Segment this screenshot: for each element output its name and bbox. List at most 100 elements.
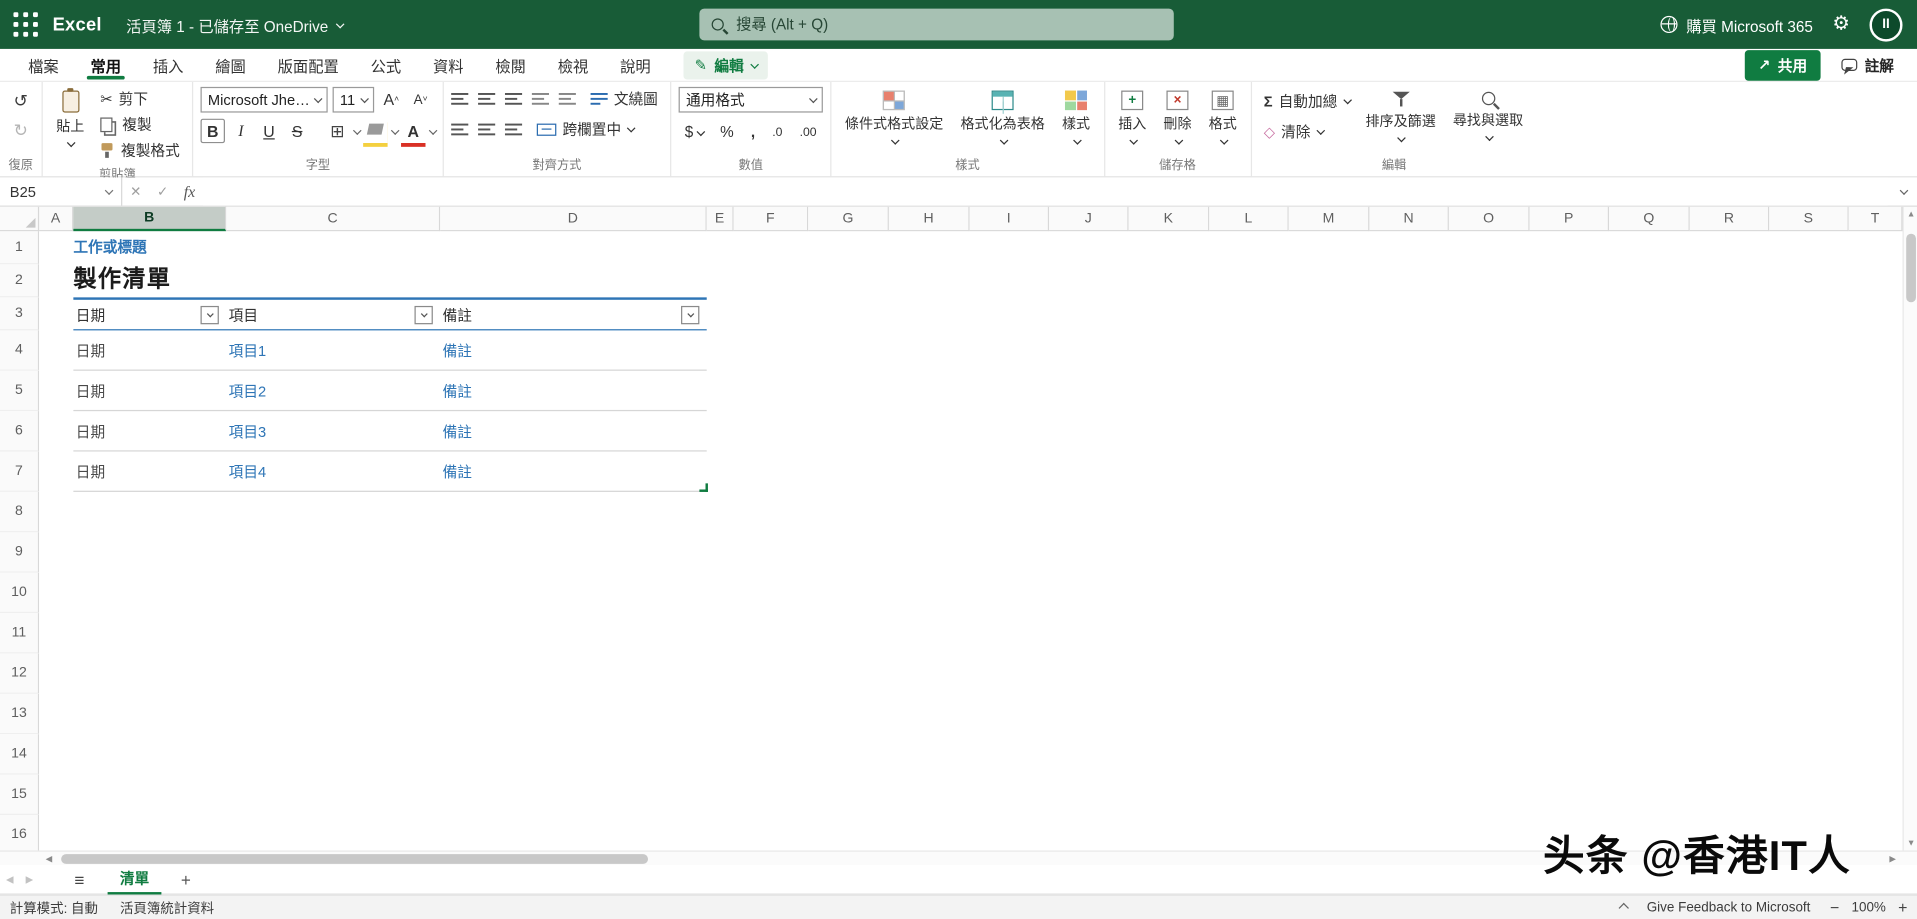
horizontal-scrollbar[interactable]: ◀ ▶ bbox=[0, 850, 1917, 866]
search-box[interactable] bbox=[699, 8, 1174, 41]
add-sheet-button[interactable]: + bbox=[174, 869, 198, 889]
increase-decimal-button[interactable]: .00 bbox=[793, 120, 822, 144]
row-header[interactable]: 11 bbox=[0, 613, 40, 654]
zoom-out-button[interactable]: − bbox=[1830, 898, 1839, 916]
confirm-entry-button[interactable]: ✓ bbox=[149, 177, 176, 205]
workbook-stats-button[interactable]: 活頁簿統計資料 bbox=[120, 898, 214, 918]
ribbon-tab[interactable]: 檢閱 bbox=[479, 49, 541, 81]
ribbon-tab[interactable]: 插入 bbox=[137, 49, 199, 81]
date-cell[interactable]: 日期 bbox=[73, 461, 226, 482]
item-cell[interactable]: 項目1 bbox=[226, 340, 440, 361]
ribbon-tab[interactable]: 資料 bbox=[417, 49, 479, 81]
increase-indent-icon[interactable] bbox=[558, 92, 576, 105]
table-row[interactable]: 日期 項目3 備註 bbox=[73, 411, 707, 452]
column-header[interactable]: H bbox=[888, 206, 970, 232]
comments-button[interactable]: 註解 bbox=[1830, 50, 1905, 81]
percent-format-button[interactable]: % bbox=[714, 120, 740, 144]
undo-button[interactable]: ↺ bbox=[7, 87, 34, 114]
column-header[interactable]: F bbox=[733, 206, 809, 232]
formula-input[interactable] bbox=[202, 177, 1888, 206]
align-right-icon[interactable] bbox=[504, 122, 523, 136]
table-row[interactable]: 日期 項目4 備註 bbox=[73, 452, 707, 492]
column-header[interactable]: B bbox=[73, 206, 227, 232]
row-header[interactable]: 5 bbox=[0, 370, 40, 412]
row-header[interactable]: 10 bbox=[0, 572, 40, 614]
horizontal-scroll-thumb[interactable] bbox=[61, 854, 649, 864]
item-cell[interactable]: 項目2 bbox=[226, 380, 440, 401]
currency-format-button[interactable]: $ bbox=[679, 120, 710, 144]
insert-cells-button[interactable]: + 插入 bbox=[1112, 87, 1152, 152]
vertical-scrollbar[interactable]: ▲ ▼ bbox=[1902, 206, 1917, 851]
clear-button[interactable]: ◇ 清除 bbox=[1259, 120, 1355, 143]
scroll-up-arrow[interactable]: ▲ bbox=[1904, 207, 1917, 222]
cell-b2-heading[interactable]: 製作清單 bbox=[73, 262, 171, 297]
borders-button[interactable]: ⊞ bbox=[325, 119, 349, 143]
table-header-cell[interactable]: 項目 bbox=[226, 300, 440, 329]
feedback-link[interactable]: Give Feedback to Microsoft bbox=[1647, 900, 1811, 915]
merge-center-button[interactable]: 跨欄置中 bbox=[532, 117, 638, 140]
sheet-list-icon[interactable]: ≡ bbox=[66, 869, 93, 889]
column-header[interactable]: N bbox=[1369, 206, 1449, 232]
column-header[interactable]: P bbox=[1529, 206, 1610, 232]
italic-button[interactable]: I bbox=[229, 119, 253, 143]
cancel-entry-button[interactable]: ✕ bbox=[122, 177, 149, 205]
bold-button[interactable]: B bbox=[200, 118, 225, 144]
app-launcher-icon[interactable] bbox=[11, 10, 40, 39]
comma-format-button[interactable]: , bbox=[745, 120, 761, 144]
ribbon-tab[interactable]: 公式 bbox=[355, 49, 417, 81]
table-header-cell[interactable]: 日期 bbox=[73, 300, 226, 329]
cell-styles-button[interactable]: 樣式 bbox=[1056, 87, 1096, 152]
strikethrough-button[interactable]: S bbox=[285, 119, 309, 143]
cell-b1-subtitle[interactable]: 工作或標題 bbox=[73, 231, 146, 264]
wrap-text-button[interactable]: 文繞圖 bbox=[586, 87, 663, 110]
share-button[interactable]: ↗ 共用 bbox=[1744, 49, 1821, 81]
chevron-down-icon[interactable] bbox=[390, 125, 400, 135]
row-header[interactable]: 4 bbox=[0, 330, 40, 371]
zoom-level[interactable]: 100% bbox=[1851, 900, 1885, 915]
format-cells-button[interactable]: ▦ 格式 bbox=[1203, 87, 1243, 152]
name-box[interactable]: B25 bbox=[0, 177, 123, 206]
row-header[interactable]: 13 bbox=[0, 693, 40, 735]
ribbon-tab[interactable]: 檔案 bbox=[12, 49, 74, 81]
filter-dropdown-button[interactable] bbox=[681, 305, 700, 325]
date-cell[interactable]: 日期 bbox=[73, 420, 226, 441]
table-row[interactable]: 日期 項目2 備註 bbox=[73, 371, 707, 412]
buy-microsoft365-button[interactable]: 購買 Microsoft 365 bbox=[1660, 13, 1813, 36]
column-header[interactable]: E bbox=[706, 206, 734, 232]
autosum-button[interactable]: Σ 自動加總 bbox=[1259, 89, 1355, 112]
ribbon-tab[interactable]: 版面配置 bbox=[262, 49, 355, 81]
column-header[interactable]: S bbox=[1769, 206, 1849, 232]
row-header[interactable]: 14 bbox=[0, 734, 40, 775]
row-header[interactable]: 15 bbox=[0, 774, 40, 815]
vertical-scroll-thumb[interactable] bbox=[1906, 233, 1916, 303]
table-header-cell[interactable]: 備註 bbox=[440, 300, 707, 329]
decrease-indent-icon[interactable] bbox=[531, 92, 550, 105]
align-left-icon[interactable] bbox=[451, 122, 469, 136]
font-size-select[interactable]: 11 bbox=[332, 86, 375, 113]
note-cell[interactable]: 備註 bbox=[440, 461, 707, 482]
filter-dropdown-button[interactable] bbox=[414, 305, 433, 325]
cut-button[interactable]: ✂ 剪下 bbox=[95, 87, 184, 110]
ribbon-tab[interactable]: 繪圖 bbox=[199, 49, 261, 81]
table-row[interactable]: 日期 項目1 備註 bbox=[73, 330, 707, 371]
column-header[interactable]: R bbox=[1689, 206, 1770, 232]
align-bottom-icon[interactable] bbox=[504, 92, 523, 105]
next-sheet-arrow[interactable]: ▶ bbox=[20, 874, 40, 885]
note-cell[interactable]: 備註 bbox=[440, 340, 707, 361]
note-cell[interactable]: 備註 bbox=[440, 380, 707, 401]
row-header[interactable]: 12 bbox=[0, 653, 40, 694]
row-header[interactable]: 6 bbox=[0, 411, 40, 452]
row-header[interactable]: 7 bbox=[0, 451, 40, 492]
account-avatar[interactable]: II bbox=[1869, 7, 1903, 41]
filter-dropdown-button[interactable] bbox=[200, 305, 219, 325]
shrink-font-button[interactable]: A ˅ bbox=[408, 87, 432, 111]
status-expand-chevron[interactable] bbox=[1618, 902, 1629, 913]
format-as-table-button[interactable]: 格式化為表格 bbox=[954, 87, 1051, 152]
scroll-down-arrow[interactable]: ▼ bbox=[1904, 836, 1917, 851]
column-header[interactable]: A bbox=[39, 206, 74, 232]
ribbon-tab[interactable]: 檢視 bbox=[542, 49, 604, 81]
search-input[interactable] bbox=[733, 14, 1162, 35]
date-cell[interactable]: 日期 bbox=[73, 340, 226, 361]
row-header[interactable]: 3 bbox=[0, 297, 40, 331]
conditional-formatting-button[interactable]: 條件式格式設定 bbox=[839, 87, 950, 152]
